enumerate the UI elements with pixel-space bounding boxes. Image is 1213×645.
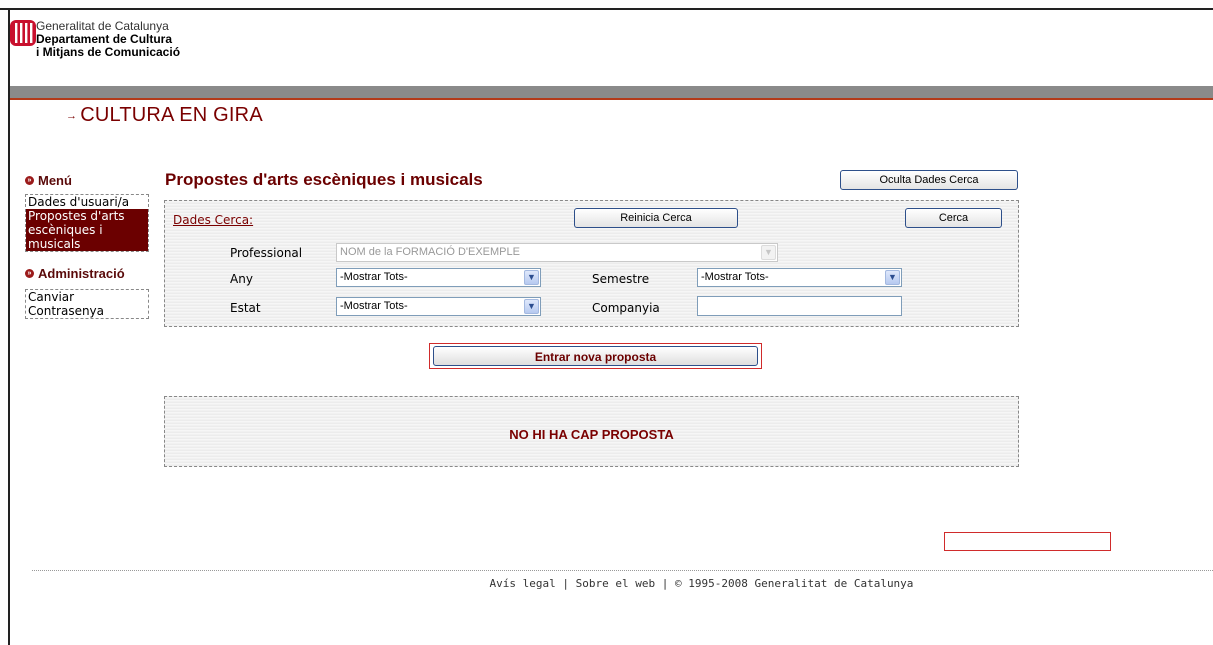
chevron-down-icon[interactable]: ▼ xyxy=(524,270,539,285)
any-select-value: -Mostrar Tots- xyxy=(340,271,408,283)
menu-heading-text: Menú xyxy=(38,173,72,188)
admin-list: Canviar Contrasenya xyxy=(25,289,149,319)
menu-list: Dades d'usuari/a Propostes d'arts escèni… xyxy=(25,194,149,252)
chevron-down-icon: ▼ xyxy=(761,245,776,260)
estat-select[interactable]: -Mostrar Tots- ▼ xyxy=(336,297,541,316)
professional-select-value: NOM de la FORMACIÓ D'EXEMPLE xyxy=(340,246,520,258)
footer-divider xyxy=(32,570,1213,571)
estat-select-value: -Mostrar Tots- xyxy=(340,300,408,312)
site-title-text: CULTURA EN GIRA xyxy=(80,104,263,126)
estat-label: Estat xyxy=(230,301,261,315)
window-top-border xyxy=(0,0,1213,10)
about-link[interactable]: Sobre el web xyxy=(576,577,655,590)
page-title: Propostes d'arts escèniques i musicals xyxy=(165,170,483,189)
admin-bullet-icon: » xyxy=(25,269,34,278)
header-bar xyxy=(10,86,1213,100)
footer: Avís legal | Sobre el web | © 1995-2008 … xyxy=(0,577,1213,590)
footer-separator: | xyxy=(661,577,669,590)
menu-item-user-data[interactable]: Dades d'usuari/a xyxy=(26,195,148,209)
search-button[interactable]: Cerca xyxy=(905,208,1002,228)
semestre-label: Semestre xyxy=(592,272,650,286)
menu-item-proposals[interactable]: Propostes d'arts escèniques i musicals xyxy=(26,209,148,251)
footer-separator: | xyxy=(562,577,570,590)
new-proposal-button[interactable]: Entrar nova proposta xyxy=(433,346,758,366)
chevron-down-icon[interactable]: ▼ xyxy=(524,299,539,314)
results-panel: NO HI HA CAP PROPOSTA xyxy=(164,396,1019,467)
admin-heading: » Administració xyxy=(25,266,125,281)
reset-search-button[interactable]: Reinicia Cerca xyxy=(574,208,738,228)
menu-heading: » Menú xyxy=(25,173,72,188)
companyia-input[interactable] xyxy=(697,296,902,316)
new-proposal-focus-ring: Entrar nova proposta xyxy=(429,343,762,369)
chevron-down-icon[interactable]: ▼ xyxy=(885,270,900,285)
menu-item-change-password[interactable]: Canviar Contrasenya xyxy=(26,290,148,318)
any-select[interactable]: -Mostrar Tots- ▼ xyxy=(336,268,541,287)
professional-select: NOM de la FORMACIÓ D'EXEMPLE ▼ xyxy=(336,243,778,262)
copyright-text: © 1995-2008 Generalitat de Catalunya xyxy=(675,577,914,590)
window-left-border xyxy=(8,10,10,645)
org-line-3: i Mitjans de Comunicació xyxy=(36,45,181,59)
semestre-select[interactable]: -Mostrar Tots- ▼ xyxy=(697,268,902,287)
site-title: → CULTURA EN GIRA xyxy=(66,104,263,127)
hide-search-button[interactable]: Oculta Dades Cerca xyxy=(840,170,1018,190)
arrow-icon: → xyxy=(66,109,78,122)
semestre-select-value: -Mostrar Tots- xyxy=(701,271,769,283)
highlight-box xyxy=(944,532,1111,551)
companyia-label: Companyia xyxy=(592,301,660,315)
empty-message: NO HI HA CAP PROPOSTA xyxy=(509,427,674,442)
legal-link[interactable]: Avís legal xyxy=(490,577,556,590)
any-label: Any xyxy=(230,272,253,286)
organization-name: Generalitat de Catalunya Departament de … xyxy=(36,20,180,59)
admin-heading-text: Administració xyxy=(38,266,125,281)
search-legend[interactable]: Dades Cerca: xyxy=(173,213,253,227)
menu-bullet-icon: » xyxy=(25,176,34,185)
professional-label: Professional xyxy=(230,246,303,260)
